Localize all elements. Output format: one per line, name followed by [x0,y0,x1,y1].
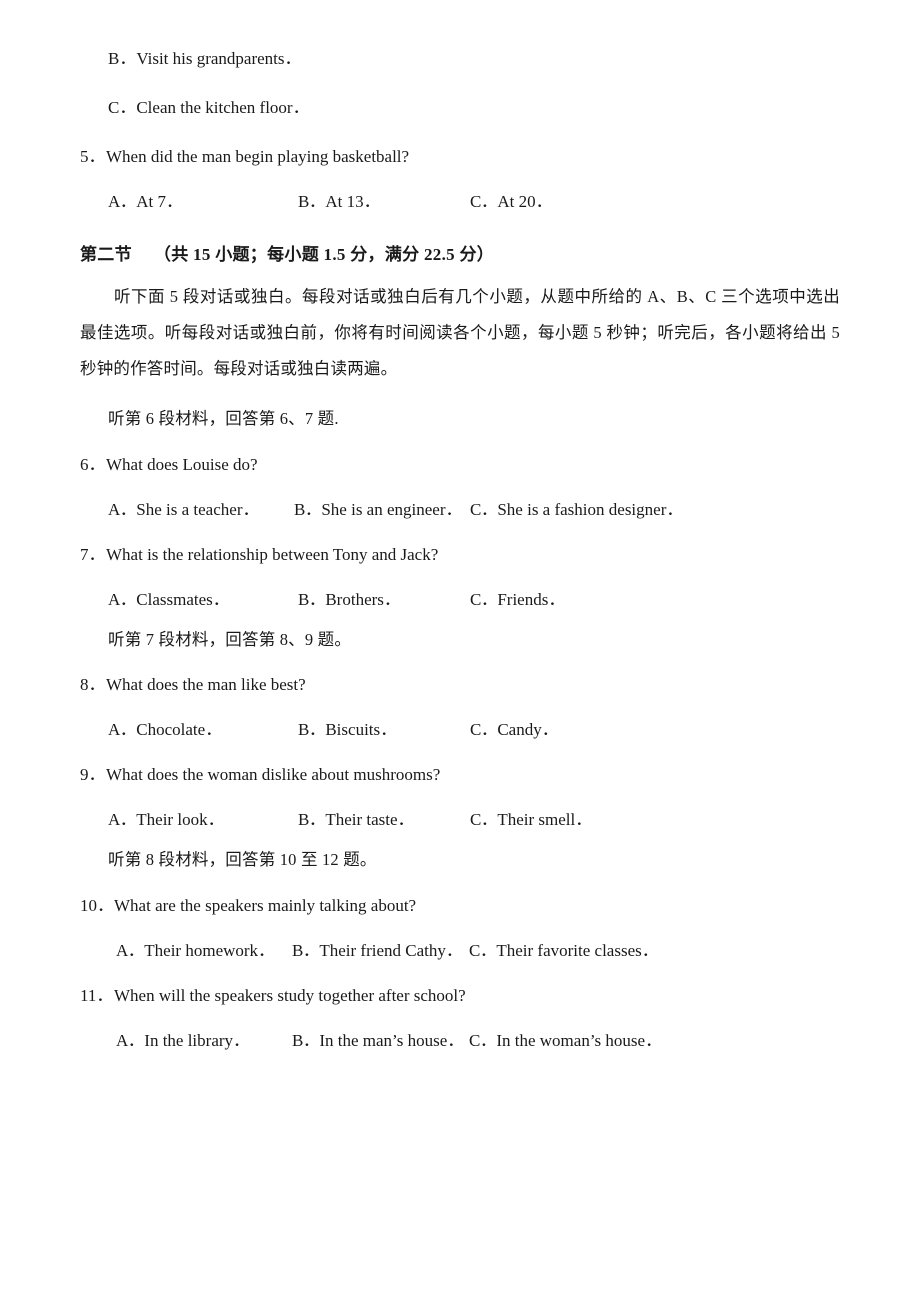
option-c: C．Their smell． [470,810,593,829]
option-a: A．Classmates． [108,589,230,609]
option-b: B．Their friend Cathy． [292,940,463,960]
question-number: 10． [80,895,114,915]
question-text: What is the relationship between Tony an… [106,544,439,564]
question-text: What does Louise do? [106,454,258,474]
question-6-options: A．She is a teacher． B．She is an engineer… [80,501,840,518]
question-9-options: A．Their look． B．Their taste． C．Their sme… [80,811,840,828]
question-7: 7． What is the relationship between Tony… [80,546,840,563]
exam-paper-page: B．Visit his grandparents． C．Clean the ki… [0,0,920,1302]
question-number: 8． [80,675,106,694]
option-text: Visit his grandparents． [136,49,302,68]
question-9: 9． What does the woman dislike about mus… [80,766,840,783]
question-number: 9． [80,765,106,784]
question-text: When did the man begin playing basketbal… [106,147,410,166]
segment-marker-7: 听第 7 段材料，回答第 8、9 题。 [108,629,352,649]
section-score-note: （共 15 小题；每小题 1.5 分，满分 22.5 分） [153,245,495,264]
question-6: 6． What does Louise do? [80,456,840,473]
question-8: 8． What does the man like best? [80,676,840,693]
section-heading: 第二节 （共 15 小题；每小题 1.5 分，满分 22.5 分） [80,246,840,263]
question-number: 7． [80,544,106,564]
option-c: C．At 20． [470,192,553,211]
question-5-options: A．At 7． B．At 13． C．At 20． [80,193,840,210]
option-text: Clean the kitchen floor． [136,98,310,117]
question-number: 5． [80,147,106,166]
question-5: 5． When did the man begin playing basket… [80,148,840,165]
option-b: B．She is an engineer． [294,499,463,519]
segment-marker-6: 听第 6 段材料，回答第 6、7 题. [108,409,339,428]
question-10: 10． What are the speakers mainly talking… [80,897,840,914]
question-11: 11． When will the speakers study togethe… [80,987,840,1004]
option-a: A．She is a teacher． [108,499,260,519]
question-number: 6． [80,454,106,474]
question-8-options: A．Chocolate． B．Biscuits． C．Candy． [80,721,840,738]
option-row: C．Clean the kitchen floor． [80,99,840,116]
option-c: C．In the woman’s house． [469,1030,663,1050]
question-text: What does the woman dislike about mushro… [106,765,441,784]
option-b: B．Their taste． [298,810,415,829]
question-7-options: A．Classmates． B．Brothers． C．Friends． [80,591,840,608]
option-a: A．In the library． [116,1030,251,1050]
option-c: C．Candy． [470,720,559,739]
option-b: B．In the man’s house． [292,1030,465,1050]
option-c: C．Friends． [470,589,566,609]
question-10-options: A．Their homework． B．Their friend Cathy． … [80,942,840,959]
option-a: A．Their homework． [116,940,276,960]
question-text: What does the man like best? [106,675,306,694]
option-marker: C． [108,98,137,117]
question-number: 11． [80,985,114,1005]
option-marker: B． [108,49,137,68]
question-text: When will the speakers study together af… [114,985,466,1005]
option-b: B．At 13． [298,192,381,211]
option-c: C．She is a fashion designer． [470,499,684,519]
option-a: A．Chocolate． [108,720,223,739]
section-title: 第二节 [80,245,132,264]
option-a: A．At 7． [108,192,184,211]
section-instructions: 听下面 5 段对话或独白。每段对话或独白后有几个小题，从题中所给的 A、B、C … [80,287,840,378]
segment-marker-8: 听第 8 段材料，回答第 10 至 12 题。 [108,850,377,869]
question-11-options: A．In the library． B．In the man’s house． … [80,1032,840,1049]
option-row: B．Visit his grandparents． [80,50,840,67]
option-a: A．Their look． [108,810,225,829]
option-b: B．Biscuits． [298,720,398,739]
option-c: C．Their favorite classes． [469,940,659,960]
option-b: B．Brothers． [298,589,401,609]
question-text: What are the speakers mainly talking abo… [114,895,417,915]
